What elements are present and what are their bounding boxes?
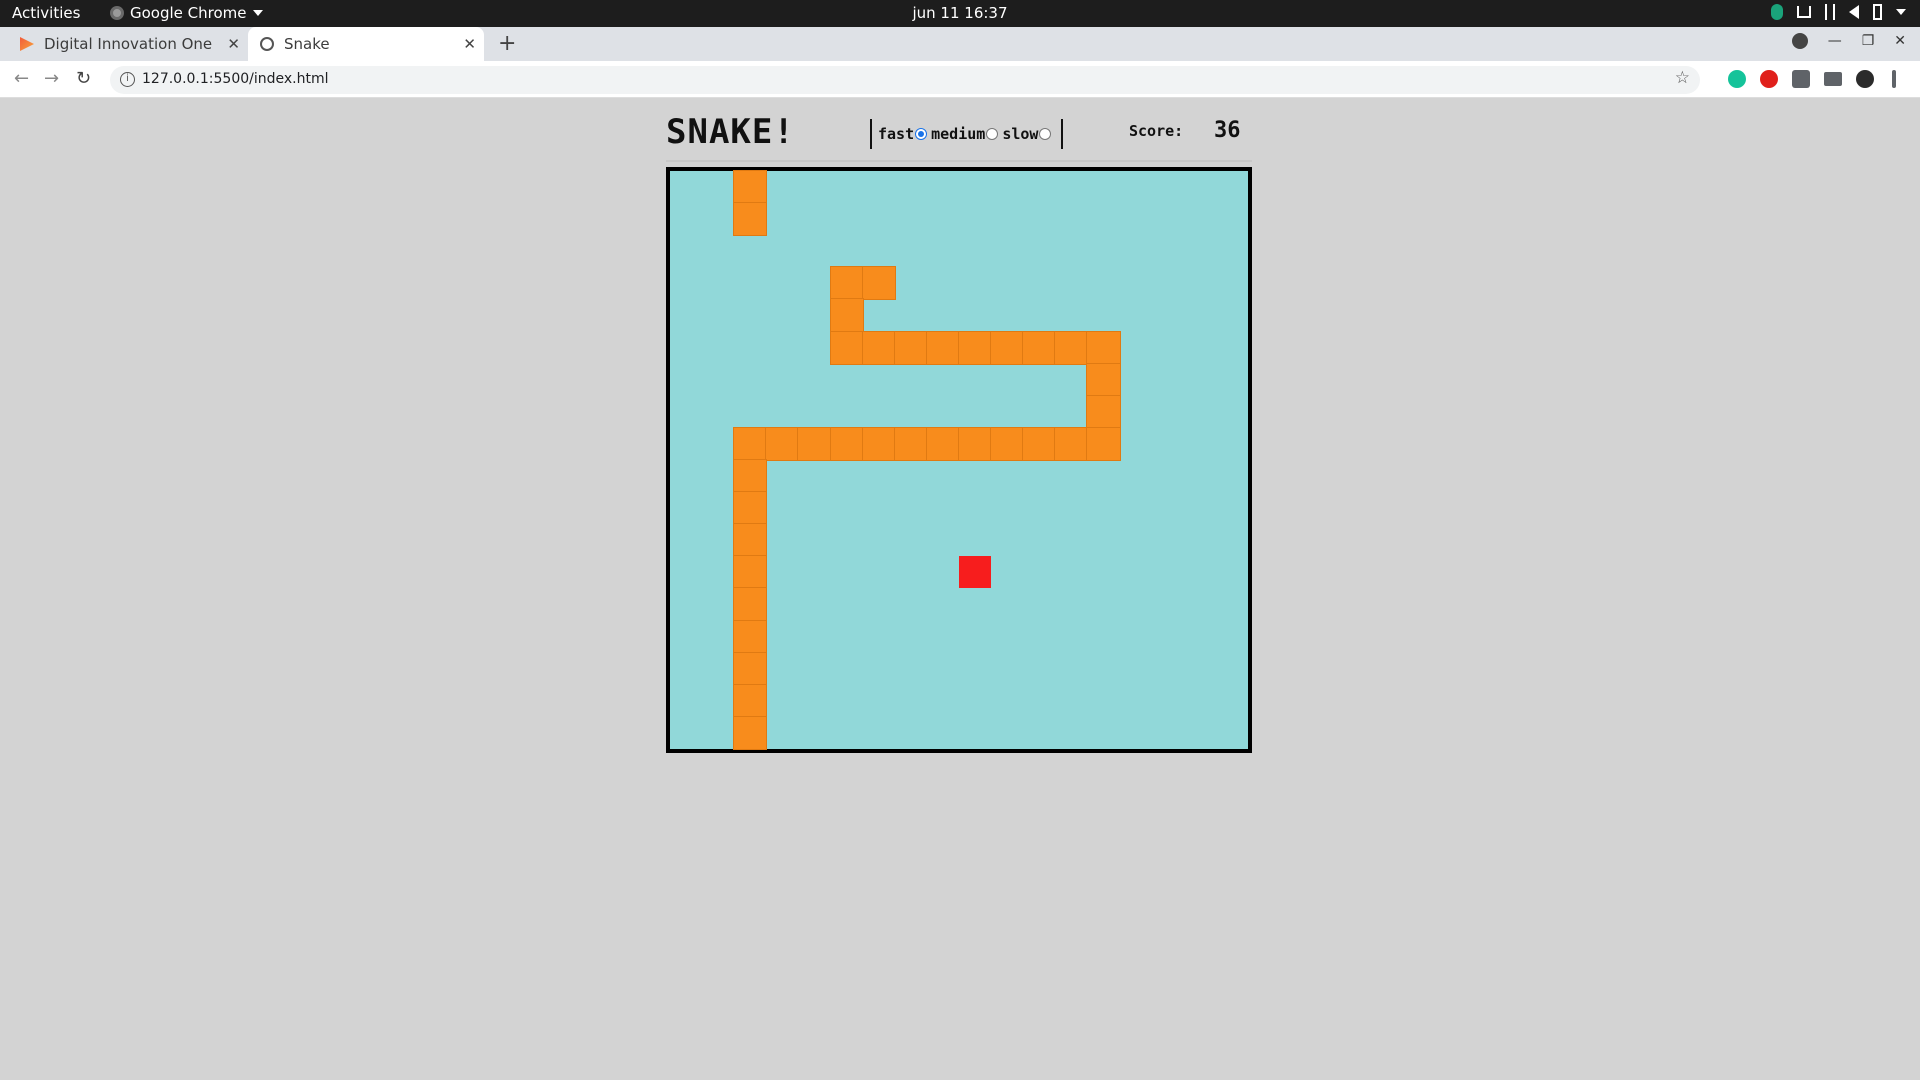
- restore-icon[interactable]: ❐: [1862, 33, 1875, 49]
- volume-icon[interactable]: [1849, 5, 1859, 19]
- snake-segment: [797, 426, 832, 461]
- snake-segment: [1086, 426, 1121, 461]
- snake-segment: [829, 426, 864, 461]
- snake-segment: [925, 426, 960, 461]
- site-info-icon[interactable]: i: [120, 72, 135, 87]
- close-tab-icon[interactable]: ✕: [463, 35, 476, 53]
- new-tab-button[interactable]: +: [498, 31, 516, 56]
- snake-segment: [861, 266, 896, 301]
- system-tray[interactable]: [1771, 4, 1906, 20]
- speed-radio-medium[interactable]: [986, 128, 999, 140]
- close-tab-icon[interactable]: ✕: [227, 35, 240, 53]
- snake-segment: [733, 619, 768, 654]
- close-window-icon[interactable]: ✕: [1894, 33, 1906, 49]
- tab-snake[interactable]: Snake ✕: [248, 27, 484, 61]
- grammarly-extension-icon[interactable]: [1728, 70, 1746, 88]
- snake-segment: [1086, 394, 1121, 429]
- speed-selector: fast medium slow: [870, 119, 1064, 149]
- address-bar[interactable]: i 127.0.0.1:5500/index.html ☆: [110, 66, 1700, 94]
- snake-segment: [957, 330, 993, 365]
- globe-icon: [260, 37, 274, 51]
- tab-title: Snake: [284, 35, 330, 53]
- speed-option-label: medium: [931, 125, 986, 143]
- app-menu[interactable]: Google Chrome: [110, 4, 263, 22]
- speed-option-label: fast: [878, 125, 915, 143]
- profile-avatar[interactable]: [1856, 70, 1874, 88]
- snake-segment: [893, 330, 928, 365]
- snake-segment: [925, 330, 960, 365]
- minimize-icon[interactable]: —: [1828, 33, 1842, 49]
- tab-search-icon[interactable]: [1791, 33, 1808, 49]
- status-indicator-icon[interactable]: [1771, 4, 1783, 20]
- snake-segment: [990, 330, 1025, 365]
- snake-segment: [829, 266, 864, 301]
- game-board[interactable]: [666, 167, 1252, 753]
- snake-segment: [733, 523, 768, 558]
- snake-segment: [765, 426, 800, 461]
- snake-segment: [990, 426, 1025, 461]
- speed-option-label: slow: [1002, 125, 1039, 143]
- food-pellet: [959, 556, 992, 589]
- snake-segment: [733, 555, 768, 590]
- score-label: Score:: [1129, 122, 1184, 140]
- snake-segment: [1022, 426, 1057, 461]
- bookmark-star-icon[interactable]: ☆: [1675, 68, 1690, 88]
- snake-segment: [733, 426, 768, 461]
- snake-segment: [733, 491, 768, 526]
- snake-segment: [893, 426, 928, 461]
- snake-segment: [1086, 362, 1121, 397]
- snake-segment: [1022, 330, 1057, 365]
- snake-segment: [733, 202, 768, 237]
- app-menu-label: Google Chrome: [130, 4, 247, 22]
- speed-radio-fast[interactable]: [915, 128, 928, 140]
- snake-segment: [861, 330, 896, 365]
- snake-segment: [829, 298, 864, 333]
- forward-arrow-icon[interactable]: →: [44, 68, 59, 89]
- snake-segment: [861, 426, 896, 461]
- reading-list-icon[interactable]: [1824, 72, 1842, 86]
- speed-option-medium[interactable]: medium: [931, 125, 1002, 143]
- snake-segment: [733, 458, 768, 494]
- dio-favicon-icon: [20, 37, 34, 51]
- reload-icon[interactable]: ↻: [76, 68, 91, 89]
- chevron-down-icon: [252, 10, 263, 16]
- network-icon[interactable]: [1797, 6, 1811, 18]
- game-header: SNAKE! fast medium slow Score: 36: [666, 112, 1252, 162]
- chrome-menu-icon[interactable]: [1892, 70, 1896, 88]
- speed-option-slow[interactable]: slow: [1002, 125, 1055, 143]
- game-title: SNAKE!: [666, 112, 795, 152]
- header-divider: [666, 160, 1252, 162]
- bluetooth-icon[interactable]: [1825, 4, 1835, 20]
- tab-title: Digital Innovation One: [44, 35, 213, 53]
- tab-digital-innovation-one[interactable]: Digital Innovation One ✕: [0, 27, 248, 61]
- window-controls: — ❐ ✕: [1791, 33, 1906, 49]
- browser-toolbar: ← → ↻ i 127.0.0.1:5500/index.html ☆: [0, 61, 1920, 98]
- clock[interactable]: jun 11 16:37: [0, 4, 1920, 22]
- snake-segment: [957, 426, 993, 461]
- score-value: 36: [1214, 118, 1241, 143]
- snake-segment: [733, 587, 768, 622]
- activities-button[interactable]: Activities: [12, 4, 80, 22]
- snake-segment: [829, 330, 864, 365]
- snake-segment: [733, 651, 768, 686]
- adblock-extension-icon[interactable]: [1760, 70, 1778, 88]
- battery-icon[interactable]: [1873, 4, 1882, 20]
- extensions-puzzle-icon[interactable]: [1792, 70, 1810, 88]
- speed-option-fast[interactable]: fast: [878, 125, 931, 143]
- snake-segment: [1086, 330, 1121, 365]
- system-menu-chevron-icon[interactable]: [1896, 9, 1906, 15]
- snake-segment: [1054, 330, 1089, 365]
- chrome-icon: [110, 6, 124, 20]
- back-arrow-icon[interactable]: ←: [14, 68, 29, 89]
- snake-segment: [733, 683, 768, 718]
- system-top-bar: Activities Google Chrome jun 11 16:37: [0, 0, 1920, 27]
- tab-strip: Digital Innovation One ✕ Snake ✕ + — ❐ ✕: [0, 27, 1920, 61]
- snake-segment: [1054, 426, 1089, 461]
- speed-radio-slow[interactable]: [1039, 128, 1052, 140]
- url-text[interactable]: 127.0.0.1:5500/index.html: [142, 71, 329, 87]
- snake-segment: [733, 169, 768, 205]
- snake-segment: [733, 715, 768, 750]
